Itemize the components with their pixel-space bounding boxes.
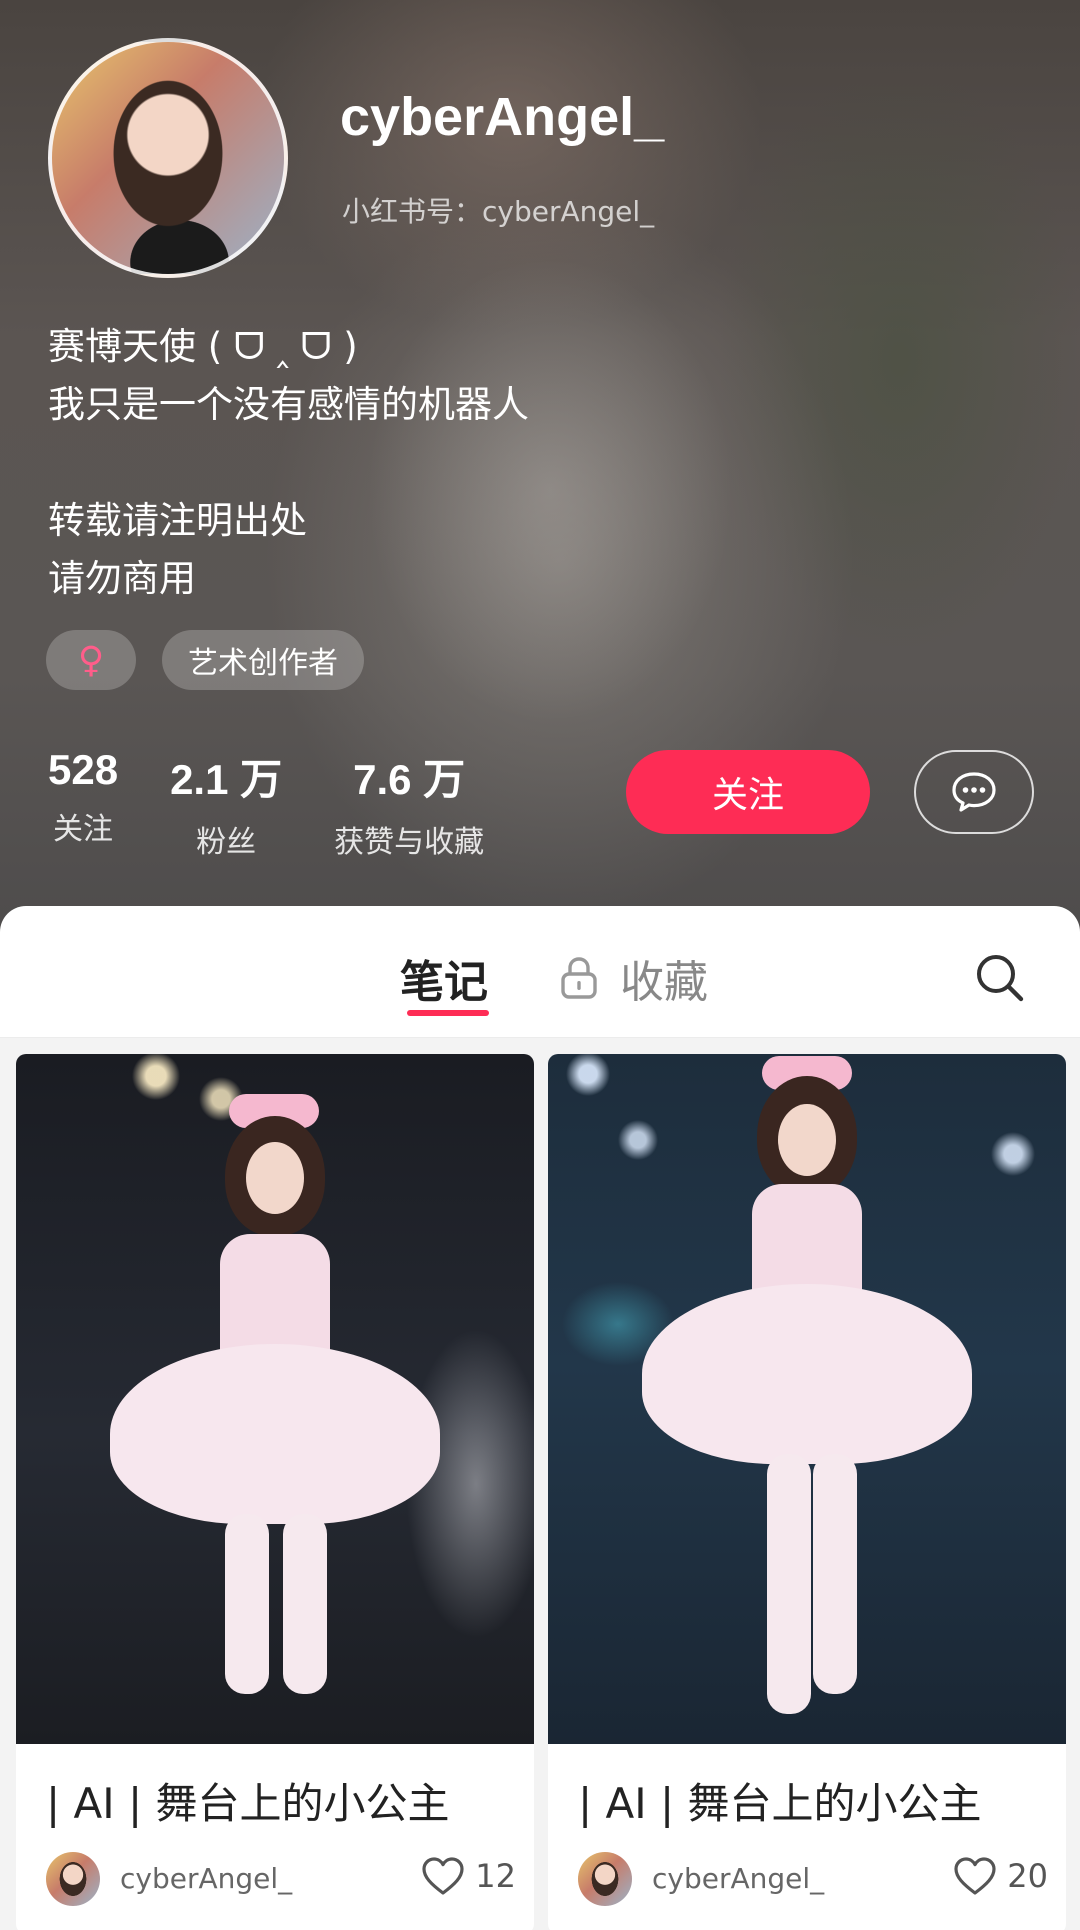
like-button[interactable]: 20 (953, 1856, 1048, 1896)
like-count: 12 (475, 1857, 516, 1895)
cover-figure-leg (283, 1514, 327, 1694)
content-panel: 笔记 收藏 | AI | 舞台上的小公主 cyberAngel_ 12 | AI… (0, 906, 1080, 1930)
like-count: 20 (1007, 1857, 1048, 1895)
message-button[interactable] (914, 750, 1034, 834)
cover-figure-skirt (642, 1284, 972, 1464)
cover-figure-leg (813, 1454, 857, 1694)
stat-followers[interactable]: 2.1 万 粉丝 (170, 746, 282, 861)
stat-likes-collects-label: 获赞与收藏 (334, 825, 485, 860)
note-footer: cyberAngel_ 20 (578, 1852, 1048, 1910)
stat-following-value: 528 (48, 746, 119, 793)
bio-line: 转载请注明出处 (48, 499, 307, 542)
cover-figure-face (778, 1104, 836, 1176)
note-title[interactable]: | AI | 舞台上的小公主 (578, 1770, 981, 1831)
stat-likes-collects[interactable]: 7.6 万 获赞与收藏 (334, 746, 484, 861)
note-card[interactable]: | AI | 舞台上的小公主 cyberAngel_ 12 (16, 1054, 534, 1930)
tab-bar: 笔记 收藏 (0, 906, 1080, 1038)
cover-figure-leg (225, 1514, 269, 1694)
cover-figure-face (246, 1142, 304, 1214)
profile-header: cyberAngel_ 小红书号：cyberAngel_ 赛博天使 ( ᗜ ‸ … (0, 0, 1080, 960)
stat-following[interactable]: 528 关注 (48, 746, 118, 861)
search-icon[interactable] (974, 952, 1026, 1004)
chat-bubble-icon (952, 772, 996, 812)
bio-line: 我只是一个没有感情的机器人 (48, 383, 529, 426)
stat-followers-label: 粉丝 (196, 825, 257, 860)
note-cover-image[interactable] (16, 1054, 534, 1744)
profile-stats: 528 关注 2.1 万 粉丝 7.6 万 获赞与收藏 (48, 746, 536, 861)
profile-bio: 赛博天使 ( ᗜ ‸ ᗜ ) 我只是一个没有感情的机器人 转载请注明出处 请勿商… (48, 318, 529, 608)
heart-icon (954, 1857, 996, 1895)
lock-icon (560, 956, 598, 1000)
follow-button[interactable]: 关注 (626, 750, 870, 834)
profile-avatar[interactable] (48, 38, 288, 278)
note-card[interactable]: | AI | 舞台上的小公主 cyberAngel_ 20 (548, 1054, 1066, 1930)
heart-icon (422, 1857, 464, 1895)
cover-figure (105, 1094, 445, 1744)
tab-notes[interactable]: 笔记 (400, 946, 488, 1010)
author-name[interactable]: cyberAngel_ (120, 1862, 292, 1895)
author-name[interactable]: cyberAngel_ (652, 1862, 824, 1895)
stat-likes-collects-value: 7.6 万 (353, 756, 466, 803)
author-avatar[interactable] (578, 1852, 632, 1906)
note-cover-image[interactable] (548, 1054, 1066, 1744)
author-avatar[interactable] (46, 1852, 100, 1906)
note-title[interactable]: | AI | 舞台上的小公主 (46, 1770, 449, 1831)
cover-figure-leg (767, 1454, 811, 1714)
profile-tag[interactable]: 艺术创作者 (162, 630, 364, 690)
cover-figure-skirt (110, 1344, 440, 1524)
cover-figure (637, 1054, 977, 1744)
bio-line: 请勿商用 (48, 557, 196, 600)
tab-collections-label: 收藏 (620, 957, 708, 1008)
tab-collections[interactable]: 收藏 (560, 946, 708, 1010)
notes-grid: | AI | 舞台上的小公主 cyberAngel_ 12 | AI | 舞台上… (0, 1038, 1080, 1930)
profile-username: cyberAngel_ (340, 87, 665, 147)
tab-active-indicator (407, 1010, 489, 1016)
profile-red-id: 小红书号：cyberAngel_ (342, 195, 655, 228)
profile-tags: ♀ 艺术创作者 (46, 630, 364, 690)
bio-line (48, 434, 529, 492)
bio-line: 赛博天使 ( ᗜ ‸ ᗜ ) (48, 325, 358, 368)
gender-female-icon: ♀ (46, 630, 136, 690)
stat-following-label: 关注 (53, 812, 114, 847)
stat-followers-value: 2.1 万 (170, 756, 283, 803)
like-button[interactable]: 12 (421, 1856, 516, 1896)
note-footer: cyberAngel_ 12 (46, 1852, 516, 1910)
